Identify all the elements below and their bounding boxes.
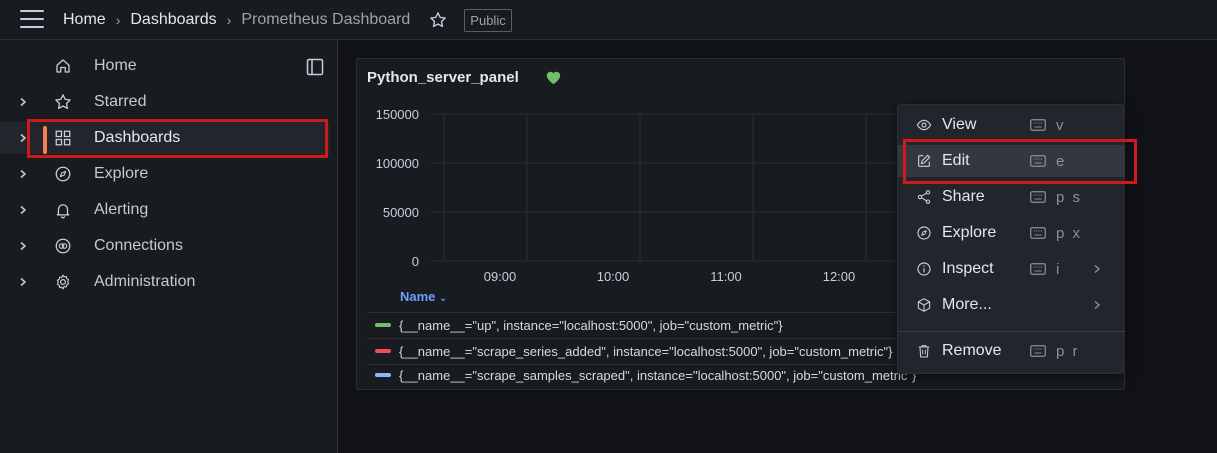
chevron-right-icon[interactable] [18, 205, 28, 215]
legend-swatch [375, 349, 391, 353]
menu-item-inspect[interactable]: Inspect i [898, 253, 1125, 285]
keyboard-icon [1030, 227, 1046, 239]
sidebar-item-label: Alerting [94, 201, 149, 218]
sidebar-item-label: Starred [94, 93, 147, 110]
menu-item-shortcut: p x [1056, 224, 1083, 242]
sidebar-item-home[interactable]: Home [0, 50, 330, 82]
legend-item[interactable]: {__name__="scrape_samples_scraped", inst… [375, 364, 916, 386]
grid-icon [55, 130, 71, 146]
legend-header-label: Name [400, 289, 436, 304]
sidebar-item-label: Explore [94, 165, 149, 182]
eye-icon [916, 119, 932, 131]
legend-swatch [375, 373, 391, 377]
chevron-down-icon: ⌄ [439, 293, 448, 304]
sidebar-item-alerting[interactable]: Alerting [0, 194, 330, 226]
y-tick-label: 50000 [383, 205, 419, 220]
menu-item-more[interactable]: More... [898, 289, 1125, 321]
menu-item-label: More... [942, 296, 992, 313]
chevron-right-icon[interactable] [18, 241, 28, 251]
chevron-right-icon[interactable] [18, 277, 28, 287]
sidebar-item-label: Connections [94, 237, 183, 254]
public-badge: Public [464, 8, 512, 32]
menu-item-view[interactable]: View v [898, 109, 1125, 141]
y-tick-label: 0 [412, 254, 419, 269]
x-tick-label: 09:00 [484, 269, 517, 284]
legend-label: {__name__="scrape_series_added", instanc… [399, 343, 893, 359]
menu-divider [898, 331, 1125, 332]
sidebar-item-administration[interactable]: Administration [0, 266, 330, 298]
chevron-right-icon [1094, 264, 1101, 274]
legend-swatch [375, 323, 391, 327]
breadcrumb-separator: › [115, 12, 121, 28]
chevron-right-icon [1094, 300, 1101, 310]
chevron-right-icon[interactable] [18, 97, 28, 107]
x-tick-label: 10:00 [597, 269, 630, 284]
star-icon[interactable] [428, 10, 448, 30]
x-tick-label: 11:00 [710, 269, 742, 284]
legend-item[interactable]: {__name__="scrape_series_added", instanc… [375, 338, 892, 364]
compass-icon [55, 166, 71, 182]
menu-item-label: View [942, 116, 977, 133]
keyboard-icon [1030, 155, 1046, 167]
sidebar-item-label: Dashboards [94, 129, 181, 146]
y-tick-label: 150000 [376, 107, 419, 122]
edit-icon [918, 154, 931, 167]
keyboard-icon [1030, 263, 1046, 275]
menu-toggle-icon[interactable] [20, 10, 44, 28]
active-indicator [43, 126, 47, 154]
menu-item-shortcut: p s [1056, 188, 1083, 206]
breadcrumb-dashboards[interactable]: Dashboards [130, 11, 216, 29]
menu-item-shortcut: i [1056, 260, 1062, 278]
legend-label: {__name__="scrape_samples_scraped", inst… [399, 367, 917, 383]
chevron-right-icon[interactable] [18, 133, 28, 143]
menu-item-edit[interactable]: Edit e [898, 145, 1125, 177]
y-tick-label: 100000 [376, 156, 419, 171]
sidebar-item-explore[interactable]: Explore [0, 158, 330, 190]
top-bar: Home › Dashboards › Prometheus Dashboard… [0, 0, 1217, 40]
sidebar-item-label: Administration [94, 273, 196, 290]
connections-icon [55, 238, 71, 254]
menu-item-shortcut: v [1056, 116, 1066, 134]
bell-icon [56, 204, 70, 219]
breadcrumb-home[interactable]: Home [63, 11, 106, 29]
menu-item-label: Remove [942, 342, 1002, 359]
menu-item-shortcut: p r [1056, 342, 1080, 360]
keyboard-icon [1030, 345, 1046, 357]
menu-item-label: Explore [942, 224, 997, 241]
panel-context-menu: View v Edit e Share p s Explore p x Insp… [897, 104, 1125, 374]
menu-item-label: Inspect [942, 260, 994, 277]
trash-icon [918, 345, 930, 358]
cube-icon [917, 298, 931, 312]
menu-item-explore[interactable]: Explore p x [898, 217, 1125, 249]
keyboard-icon [1030, 191, 1046, 203]
chevron-right-icon[interactable] [18, 169, 28, 179]
breadcrumb-current: Prometheus Dashboard [241, 11, 411, 28]
sidebar: Home Starred Dashboards Explore Alerting… [0, 40, 338, 453]
legend-header[interactable]: Name ⌄ [400, 289, 447, 304]
sidebar-item-connections[interactable]: Connections [0, 230, 330, 262]
star-icon [55, 94, 71, 110]
legend-label: {__name__="up", instance="localhost:5000… [399, 317, 783, 333]
x-tick-label: 12:00 [823, 269, 856, 284]
menu-item-label: Share [942, 188, 985, 205]
share-icon [917, 190, 931, 204]
sidebar-item-dashboards[interactable]: Dashboards [0, 122, 330, 154]
home-icon [56, 59, 70, 73]
breadcrumb: Home › Dashboards › Prometheus Dashboard… [63, 0, 512, 40]
gear-icon [56, 274, 70, 290]
menu-item-shortcut: e [1056, 152, 1067, 170]
keyboard-icon [1030, 119, 1046, 131]
menu-item-remove[interactable]: Remove p r [898, 335, 1125, 367]
menu-item-label: Edit [942, 152, 970, 169]
legend-item[interactable]: {__name__="up", instance="localhost:5000… [375, 312, 783, 338]
breadcrumb-separator: › [226, 12, 232, 28]
menu-item-share[interactable]: Share p s [898, 181, 1125, 213]
compass-icon [917, 226, 931, 240]
sidebar-item-starred[interactable]: Starred [0, 86, 330, 118]
info-icon [917, 262, 931, 276]
sidebar-item-label: Home [94, 57, 137, 74]
